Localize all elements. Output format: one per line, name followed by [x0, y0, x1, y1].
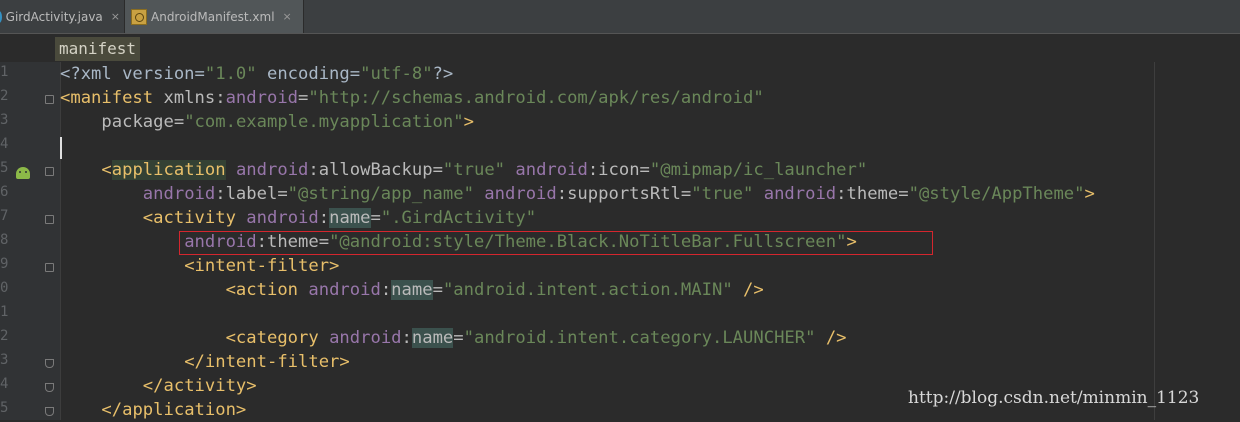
line-number: 6: [0, 184, 9, 200]
fold-end-icon[interactable]: [45, 359, 54, 368]
android-robot-icon[interactable]: [16, 167, 30, 179]
code-line-14: </activity>: [142, 376, 257, 396]
line-number: 2: [0, 328, 9, 344]
breadcrumb[interactable]: manifest: [55, 37, 141, 61]
fold-end-icon[interactable]: [45, 383, 54, 392]
right-margin-guide: [1154, 62, 1155, 420]
line-number: 3: [0, 352, 9, 368]
tab-android-manifest-xml[interactable]: AndroidManifest.xml ×: [124, 0, 304, 33]
java-class-icon: [0, 10, 2, 23]
code-line-9: <intent-filter>: [184, 256, 340, 276]
line-number: 4: [0, 376, 9, 392]
line-number: 4: [0, 136, 9, 152]
line-number: 5: [0, 160, 9, 176]
line-number: 2: [0, 88, 9, 104]
code-line-1: <?xml version="1.0" encoding="utf-8"?>: [60, 64, 454, 84]
fold-end-icon[interactable]: [45, 407, 54, 416]
text-caret: [60, 137, 62, 159]
tab-label: AndroidManifest.xml: [151, 9, 275, 24]
line-number: 0: [0, 280, 9, 296]
code-line-10: <action android:name="android.intent.act…: [225, 280, 764, 300]
line-number: 9: [0, 256, 9, 272]
highlight-annotation-box: [179, 231, 933, 255]
line-number: 3: [0, 112, 9, 128]
code-line-12: <category android:name="android.intent.c…: [225, 328, 847, 348]
close-icon[interactable]: ×: [111, 10, 120, 23]
code-line-3: package="com.example.myapplication">: [101, 112, 474, 132]
xml-file-icon: [131, 8, 147, 25]
fold-toggle-icon[interactable]: [45, 167, 54, 176]
code-line-2: <manifest xmlns:android="http://schemas.…: [60, 88, 764, 108]
fold-toggle-icon[interactable]: [45, 215, 54, 224]
code-line-5: <application android:allowBackup="true" …: [101, 160, 868, 180]
fold-toggle-icon[interactable]: [45, 263, 54, 272]
code-line-7: <activity android:name=".GirdActivity": [142, 208, 537, 228]
line-number: 5: [0, 400, 9, 416]
editor-tab-bar: GirdActivity.java × AndroidManifest.xml …: [0, 0, 1240, 34]
tab-label: GirdActivity.java: [5, 9, 103, 24]
watermark: http://blog.csdn.net/minmin_1123: [908, 388, 1200, 408]
code-line-15: </application>: [101, 400, 247, 420]
line-number: 1: [0, 304, 9, 320]
tab-gird-activity-java[interactable]: GirdActivity.java ×: [0, 0, 120, 33]
line-number: 1: [0, 64, 9, 80]
close-icon[interactable]: ×: [283, 10, 292, 23]
code-line-6: android:label="@string/app_name" android…: [142, 184, 1095, 204]
code-line-13: </intent-filter>: [184, 352, 350, 372]
line-number: 7: [0, 208, 9, 224]
fold-toggle-icon[interactable]: [45, 95, 54, 104]
line-number: 8: [0, 232, 9, 248]
